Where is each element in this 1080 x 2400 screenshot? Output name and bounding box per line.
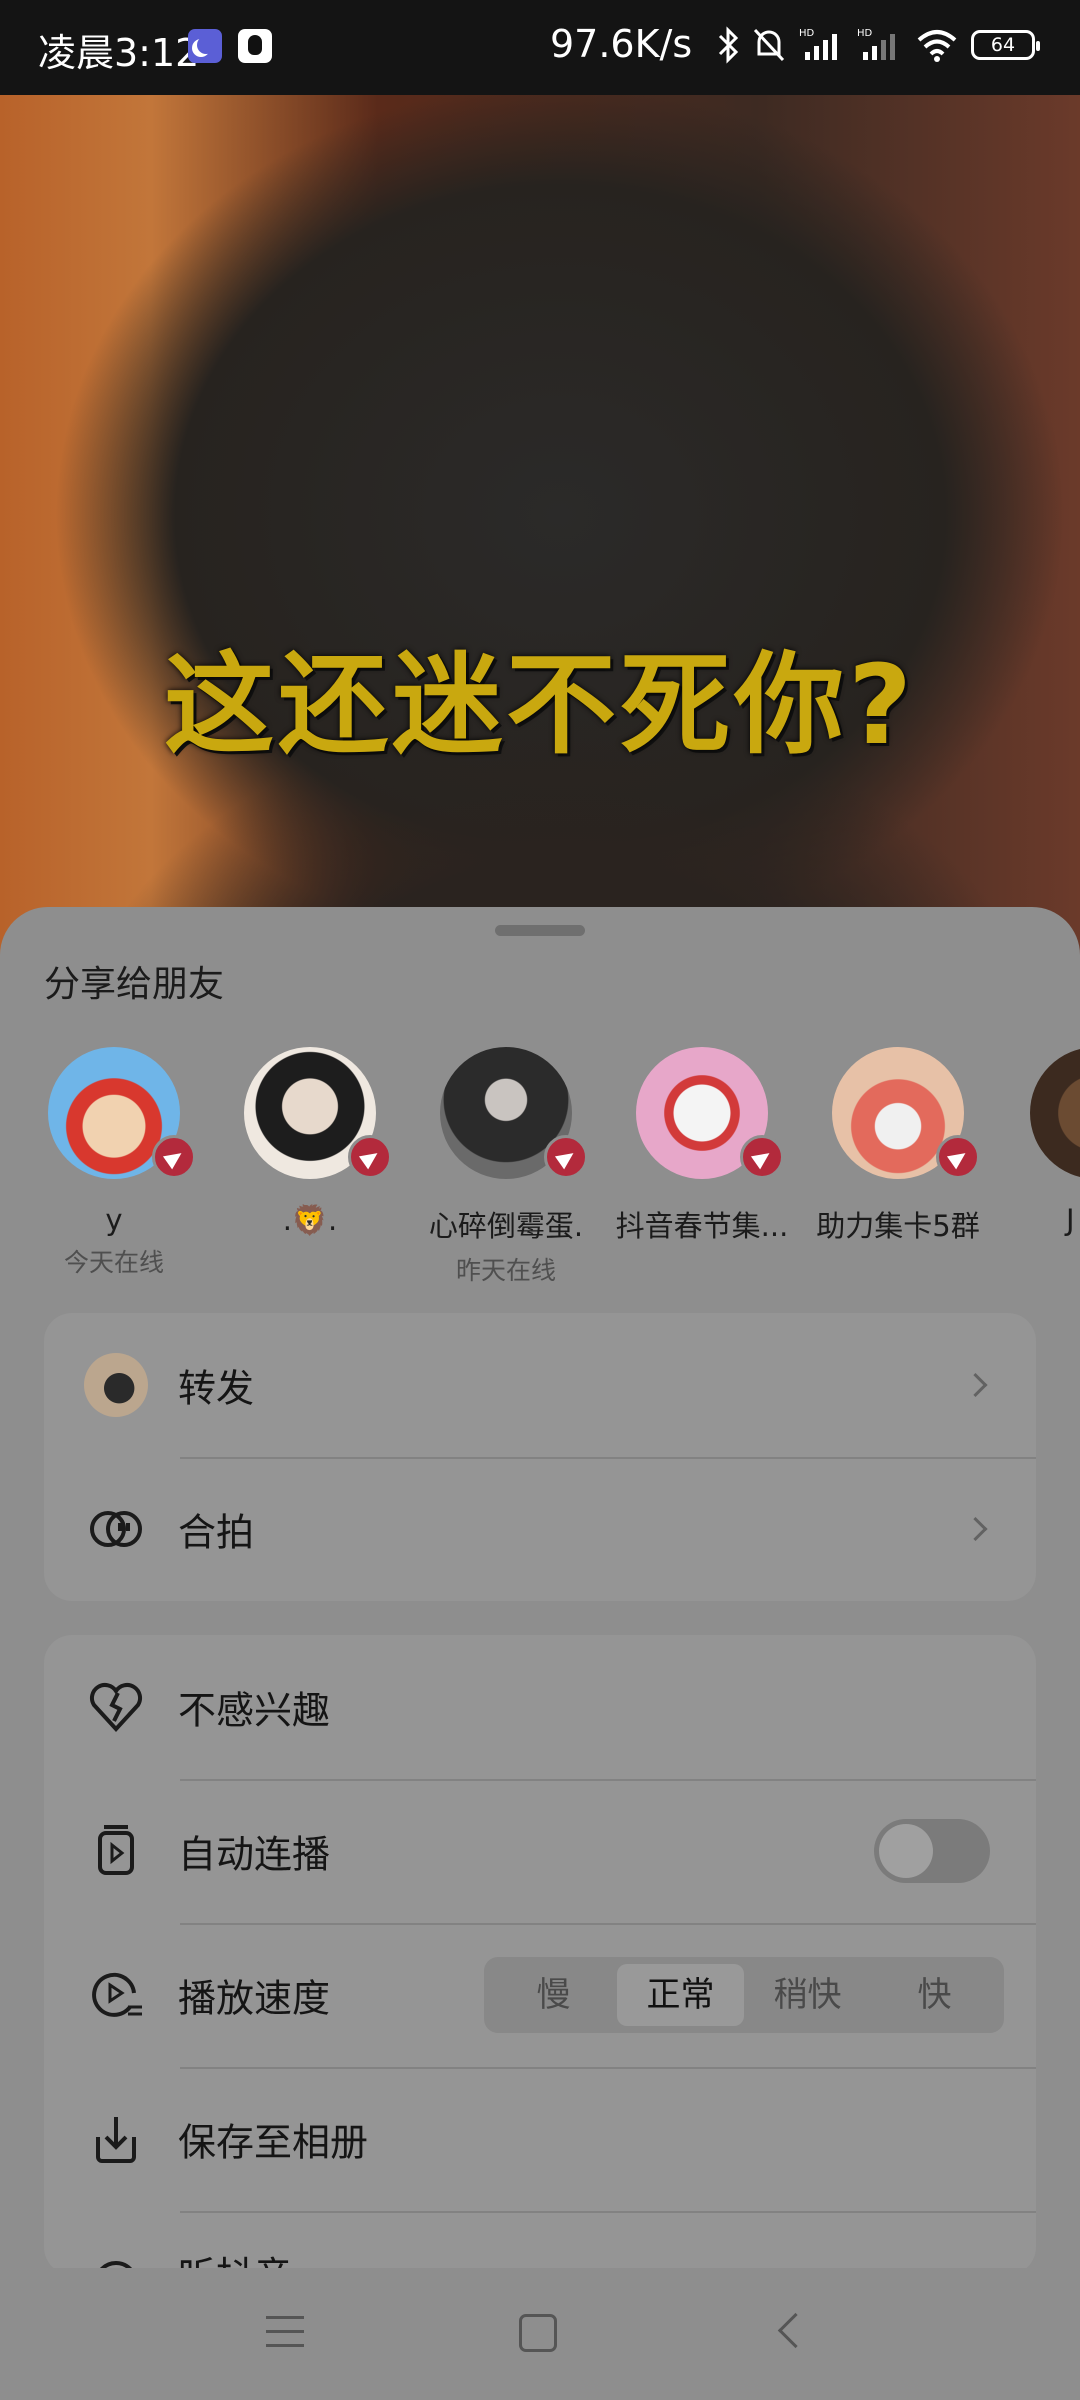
speed-option-faster[interactable]: 稍快 [744, 1964, 871, 2026]
svg-text:HD: HD [799, 28, 815, 39]
menu-icon[interactable] [266, 2316, 304, 2358]
friend-status: 今天在线 [63, 1248, 164, 1277]
battery-indicator: 64 [971, 30, 1040, 60]
wifi-icon [917, 30, 957, 62]
autoplay-label: 自动连播 [178, 1832, 331, 1877]
friend-name: 抖音春节集... [615, 1209, 789, 1243]
chevron-right-icon [963, 1516, 988, 1542]
send-icon[interactable] [544, 1135, 588, 1179]
speed-selector: 慢 正常 稍快 快 [484, 1957, 1004, 2033]
download-icon [96, 2117, 136, 2163]
speed-option-fast[interactable]: 快 [871, 1964, 998, 2026]
home-icon[interactable] [519, 2314, 557, 2352]
friend-name: y [105, 1203, 123, 1237]
avatar [1030, 1047, 1080, 1179]
autoplay-toggle[interactable] [874, 1819, 990, 1883]
signal-2-icon: HD [857, 28, 895, 60]
speed-option-slow[interactable]: 慢 [490, 1964, 617, 2026]
duet-label: 合拍 [178, 1510, 255, 1555]
mute-bell-icon [753, 28, 785, 62]
friend-name: .🦁. [282, 1203, 338, 1237]
moon-icon [188, 29, 222, 63]
friend-item[interactable]: 抖音春节集... [604, 1047, 800, 1251]
duet-icon [90, 1511, 142, 1547]
svg-text:HD: HD [857, 28, 873, 39]
share-title: 分享给朋友 [44, 964, 225, 1005]
friend-status: 昨天在线 [455, 1256, 556, 1285]
not-interested-row[interactable]: 不感兴趣 [44, 1635, 1036, 1779]
video-caption: 这还迷不死你? [164, 641, 916, 769]
playback-speed-row: 播放速度 慢 正常 稍快 快 [44, 1923, 1036, 2067]
forward-row[interactable]: 转发 [44, 1313, 1036, 1457]
send-icon[interactable] [152, 1135, 196, 1179]
save-album-label: 保存至相册 [178, 2120, 369, 2165]
chevron-right-icon [963, 1372, 988, 1398]
friend-item[interactable]: 心碎倒霉蛋. 昨天在线 [408, 1047, 604, 1287]
share-actions-card: 转发 合拍 [44, 1313, 1036, 1601]
save-album-row[interactable]: 保存至相册 [44, 2067, 1036, 2211]
duet-row[interactable]: 合拍 [44, 1457, 1036, 1601]
friend-item[interactable]: .🦁. [212, 1047, 408, 1244]
send-icon[interactable] [740, 1135, 784, 1179]
friend-item[interactable]: J [996, 1047, 1080, 1237]
share-sheet: 分享给朋友 y 今天在线 .🦁. 心碎倒霉蛋. 昨天在线 抖音春节集... 助力… [0, 907, 1080, 2400]
playback-speed-icon [92, 1972, 142, 2017]
playback-speed-label: 播放速度 [178, 1976, 331, 2021]
qq-icon [238, 29, 272, 63]
listen-row[interactable]: 听抖音 [44, 2211, 1036, 2275]
friend-item[interactable]: y 今天在线 [16, 1047, 212, 1279]
back-icon[interactable] [777, 2312, 814, 2349]
bluetooth-icon [718, 26, 739, 64]
drag-handle[interactable] [495, 925, 585, 936]
autoplay-icon [98, 1825, 134, 1875]
friends-list: y 今天在线 .🦁. 心碎倒霉蛋. 昨天在线 抖音春节集... 助力集卡5群 J [0, 1047, 1080, 1285]
forward-label: 转发 [178, 1366, 255, 1411]
network-rate: 97.6K/s [550, 22, 693, 66]
send-icon[interactable] [348, 1135, 392, 1179]
status-bar: 凌晨3:12 97.6K/s HD HD 64 [0, 0, 1080, 95]
send-icon[interactable] [936, 1135, 980, 1179]
speed-option-normal[interactable]: 正常 [617, 1964, 744, 2026]
not-interested-label: 不感兴趣 [178, 1688, 331, 1733]
friend-item[interactable]: 助力集卡5群 [800, 1047, 996, 1251]
status-time: 凌晨3:12 [38, 31, 200, 75]
broken-heart-icon [90, 1683, 142, 1732]
system-nav-bar [0, 2268, 1080, 2400]
forward-avatar-icon [84, 1353, 148, 1417]
signal-1-icon: HD [799, 28, 837, 60]
friend-name: J [1066, 1203, 1075, 1237]
friend-name: 助力集卡5群 [816, 1209, 980, 1243]
friend-name: 心碎倒霉蛋. [428, 1209, 584, 1243]
options-card: 不感兴趣 自动连播 播放速度 慢 正常 稍快 快 保存至相册 听抖音 [44, 1635, 1036, 2275]
autoplay-row: 自动连播 [44, 1779, 1036, 1923]
